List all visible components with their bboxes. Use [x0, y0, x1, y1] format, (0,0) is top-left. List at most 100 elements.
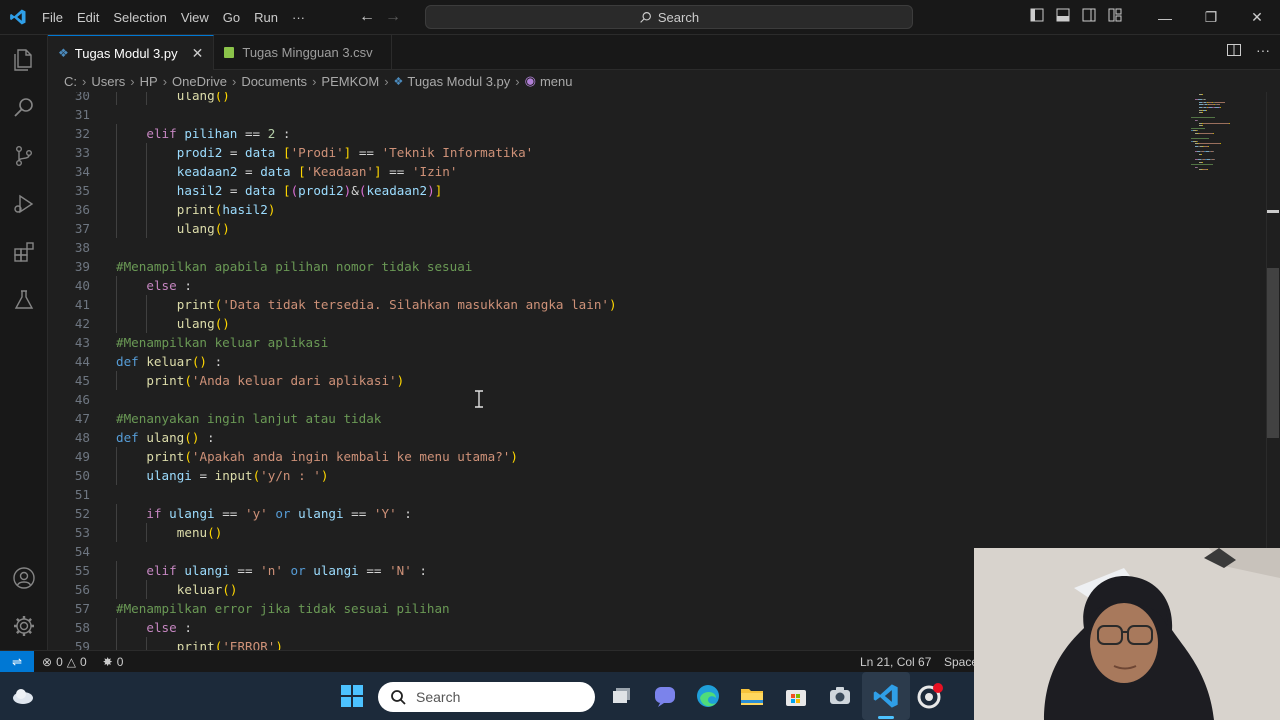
code-line[interactable]: 45 print('Anda keluar dari aplikasi') — [48, 371, 1188, 390]
code-line[interactable]: 50 ulangi = input('y/n : ') — [48, 466, 1188, 485]
code-text: ulang() — [177, 314, 230, 333]
code-line[interactable]: 53 menu() — [48, 523, 1188, 542]
code-line[interactable]: 48 def ulang() : — [48, 428, 1188, 447]
line-number: 46 — [74, 392, 90, 407]
code-line[interactable]: 44 def keluar() : — [48, 352, 1188, 371]
code-token: #Menanyakan ingin lanjut atau tidak — [116, 411, 382, 426]
code-line[interactable]: 40 else : — [48, 276, 1188, 295]
accounts-icon[interactable] — [0, 554, 48, 602]
indent-guide — [146, 219, 148, 238]
breadcrumb-symbol[interactable]: menu — [540, 74, 573, 89]
title-bar: File Edit Selection View Go Run ··· ← → … — [0, 0, 1280, 35]
explorer-icon[interactable] — [0, 36, 48, 84]
code-token: else — [146, 620, 177, 635]
toggle-primary-sidebar-icon[interactable] — [1024, 8, 1050, 27]
settings-gear-icon[interactable] — [0, 602, 48, 650]
code-line[interactable]: 41 print('Data tidak tersedia. Silahkan m… — [48, 295, 1188, 314]
tab-tugas-modul-3[interactable]: ❖ Tugas Modul 3.py ✕ — [48, 35, 215, 70]
command-center-search[interactable]: Search — [425, 5, 913, 29]
code-token: : — [396, 506, 412, 521]
code-line[interactable]: 43 #Menampilkan keluar aplikasi — [48, 333, 1188, 352]
code-text: keadaan2 = data ['Keadaan'] == 'Izin' — [177, 162, 458, 181]
code-line[interactable]: 47 #Menanyakan ingin lanjut atau tidak — [48, 409, 1188, 428]
extensions-icon[interactable] — [0, 228, 48, 276]
line-number: 52 — [74, 506, 90, 521]
code-line[interactable]: 42 ulang() — [48, 314, 1188, 333]
run-debug-icon[interactable] — [0, 180, 48, 228]
testing-flask-icon[interactable] — [0, 276, 48, 324]
breadcrumb-file[interactable]: Tugas Modul 3.py — [407, 74, 510, 89]
taskbar-search[interactable]: Search — [378, 682, 595, 712]
search-view-icon[interactable] — [0, 84, 48, 132]
back-arrow-icon[interactable]: ← — [354, 8, 380, 26]
task-view-icon[interactable] — [608, 682, 636, 710]
vscode-taskbar-icon[interactable] — [872, 682, 900, 710]
file-explorer-icon[interactable] — [738, 682, 766, 710]
customize-layout-icon[interactable] — [1102, 8, 1128, 27]
camera-icon[interactable] — [826, 682, 854, 710]
indent-guide — [116, 314, 117, 333]
code-line[interactable]: 34 keadaan2 = data ['Keadaan'] == 'Izin' — [48, 162, 1188, 181]
menu-edit[interactable]: Edit — [70, 0, 106, 35]
code-line[interactable]: 46 — [48, 390, 1188, 409]
cursor-position[interactable]: Ln 21, Col 67 — [860, 655, 931, 669]
screen-recorder-icon[interactable] — [916, 682, 944, 710]
code-line[interactable]: 52 if ulangi == 'y' or ulangi == 'Y' : — [48, 504, 1188, 523]
weather-widget-icon[interactable] — [10, 684, 36, 708]
symbol-method-icon: ◉ — [524, 73, 536, 88]
code-line[interactable]: 36 print(hasil2) — [48, 200, 1188, 219]
code-line[interactable]: 35 hasil2 = data [(prodi2)&(keadaan2)] — [48, 181, 1188, 200]
code-line[interactable]: 38 — [48, 238, 1188, 257]
indent-guide — [116, 580, 117, 599]
code-line[interactable]: 33 prodi2 = data ['Prodi'] == 'Teknik Inf… — [48, 143, 1188, 162]
breadcrumb-onedrive[interactable]: OneDrive — [172, 74, 227, 89]
code-token: ] — [434, 183, 443, 198]
menu-file[interactable]: File — [35, 0, 70, 35]
code-line[interactable]: 39 #Menampilkan apabila pilihan nomor tid… — [48, 257, 1188, 276]
close-window-icon[interactable]: ✕ — [1234, 9, 1280, 26]
ports-indicator[interactable]: ✸ 0 — [103, 655, 124, 669]
windows-start-icon[interactable] — [338, 682, 366, 710]
code-line[interactable]: 37 ulang() — [48, 219, 1188, 238]
code-token: elif — [146, 126, 185, 141]
code-line[interactable]: 31 — [48, 105, 1188, 124]
indent-guide — [146, 92, 148, 105]
microsoft-store-icon[interactable] — [782, 682, 810, 710]
code-token: print — [176, 639, 215, 650]
breadcrumb-hp[interactable]: HP — [140, 74, 158, 89]
toggle-panel-icon[interactable] — [1050, 8, 1076, 27]
restore-icon[interactable]: ❐ — [1188, 9, 1234, 26]
ports-count: 0 — [116, 654, 124, 669]
menu-selection[interactable]: Selection — [106, 0, 173, 35]
split-editor-icon[interactable] — [1226, 42, 1242, 63]
forward-arrow-icon[interactable]: → — [380, 8, 406, 26]
code-token: ulangi — [298, 506, 344, 521]
breadcrumb-documents[interactable]: Documents — [241, 74, 307, 89]
minimap-line — [1213, 133, 1214, 134]
menu-go[interactable]: Go — [216, 0, 247, 35]
minimap-line — [1197, 130, 1198, 132]
code-line[interactable]: 51 — [48, 485, 1188, 504]
scrollbar-thumb[interactable] — [1267, 268, 1279, 438]
more-actions-icon[interactable]: ··· — [1256, 42, 1270, 63]
code-line[interactable]: 49 print('Apakah anda ingin kembali ke me… — [48, 447, 1188, 466]
breadcrumb-pemkom[interactable]: PEMKOM — [321, 74, 379, 89]
menu-more[interactable]: ··· — [285, 0, 312, 35]
code-token: def — [116, 354, 147, 369]
menu-view[interactable]: View — [174, 0, 216, 35]
line-number: 53 — [74, 525, 90, 540]
remote-indicator-icon[interactable]: ⇌ — [0, 650, 34, 673]
breadcrumb-drive[interactable]: C: — [64, 74, 77, 89]
problems-indicator[interactable]: ⊗ 0 △ 0 — [42, 655, 87, 669]
menu-run[interactable]: Run — [247, 0, 285, 35]
edge-browser-icon[interactable] — [694, 682, 722, 710]
minimize-icon[interactable]: — — [1142, 10, 1188, 26]
code-line[interactable]: 30 ulang() — [48, 92, 1188, 105]
code-line[interactable]: 32 elif pilihan == 2 : — [48, 124, 1188, 143]
tab-tugas-mingguan-3[interactable]: Tugas Mingguan 3.csv — [214, 35, 392, 70]
toggle-secondary-sidebar-icon[interactable] — [1076, 8, 1102, 27]
breadcrumb-users[interactable]: Users — [91, 74, 125, 89]
close-tab-icon[interactable]: ✕ — [192, 45, 204, 62]
source-control-icon[interactable] — [0, 132, 48, 180]
teams-chat-icon[interactable] — [651, 682, 679, 710]
